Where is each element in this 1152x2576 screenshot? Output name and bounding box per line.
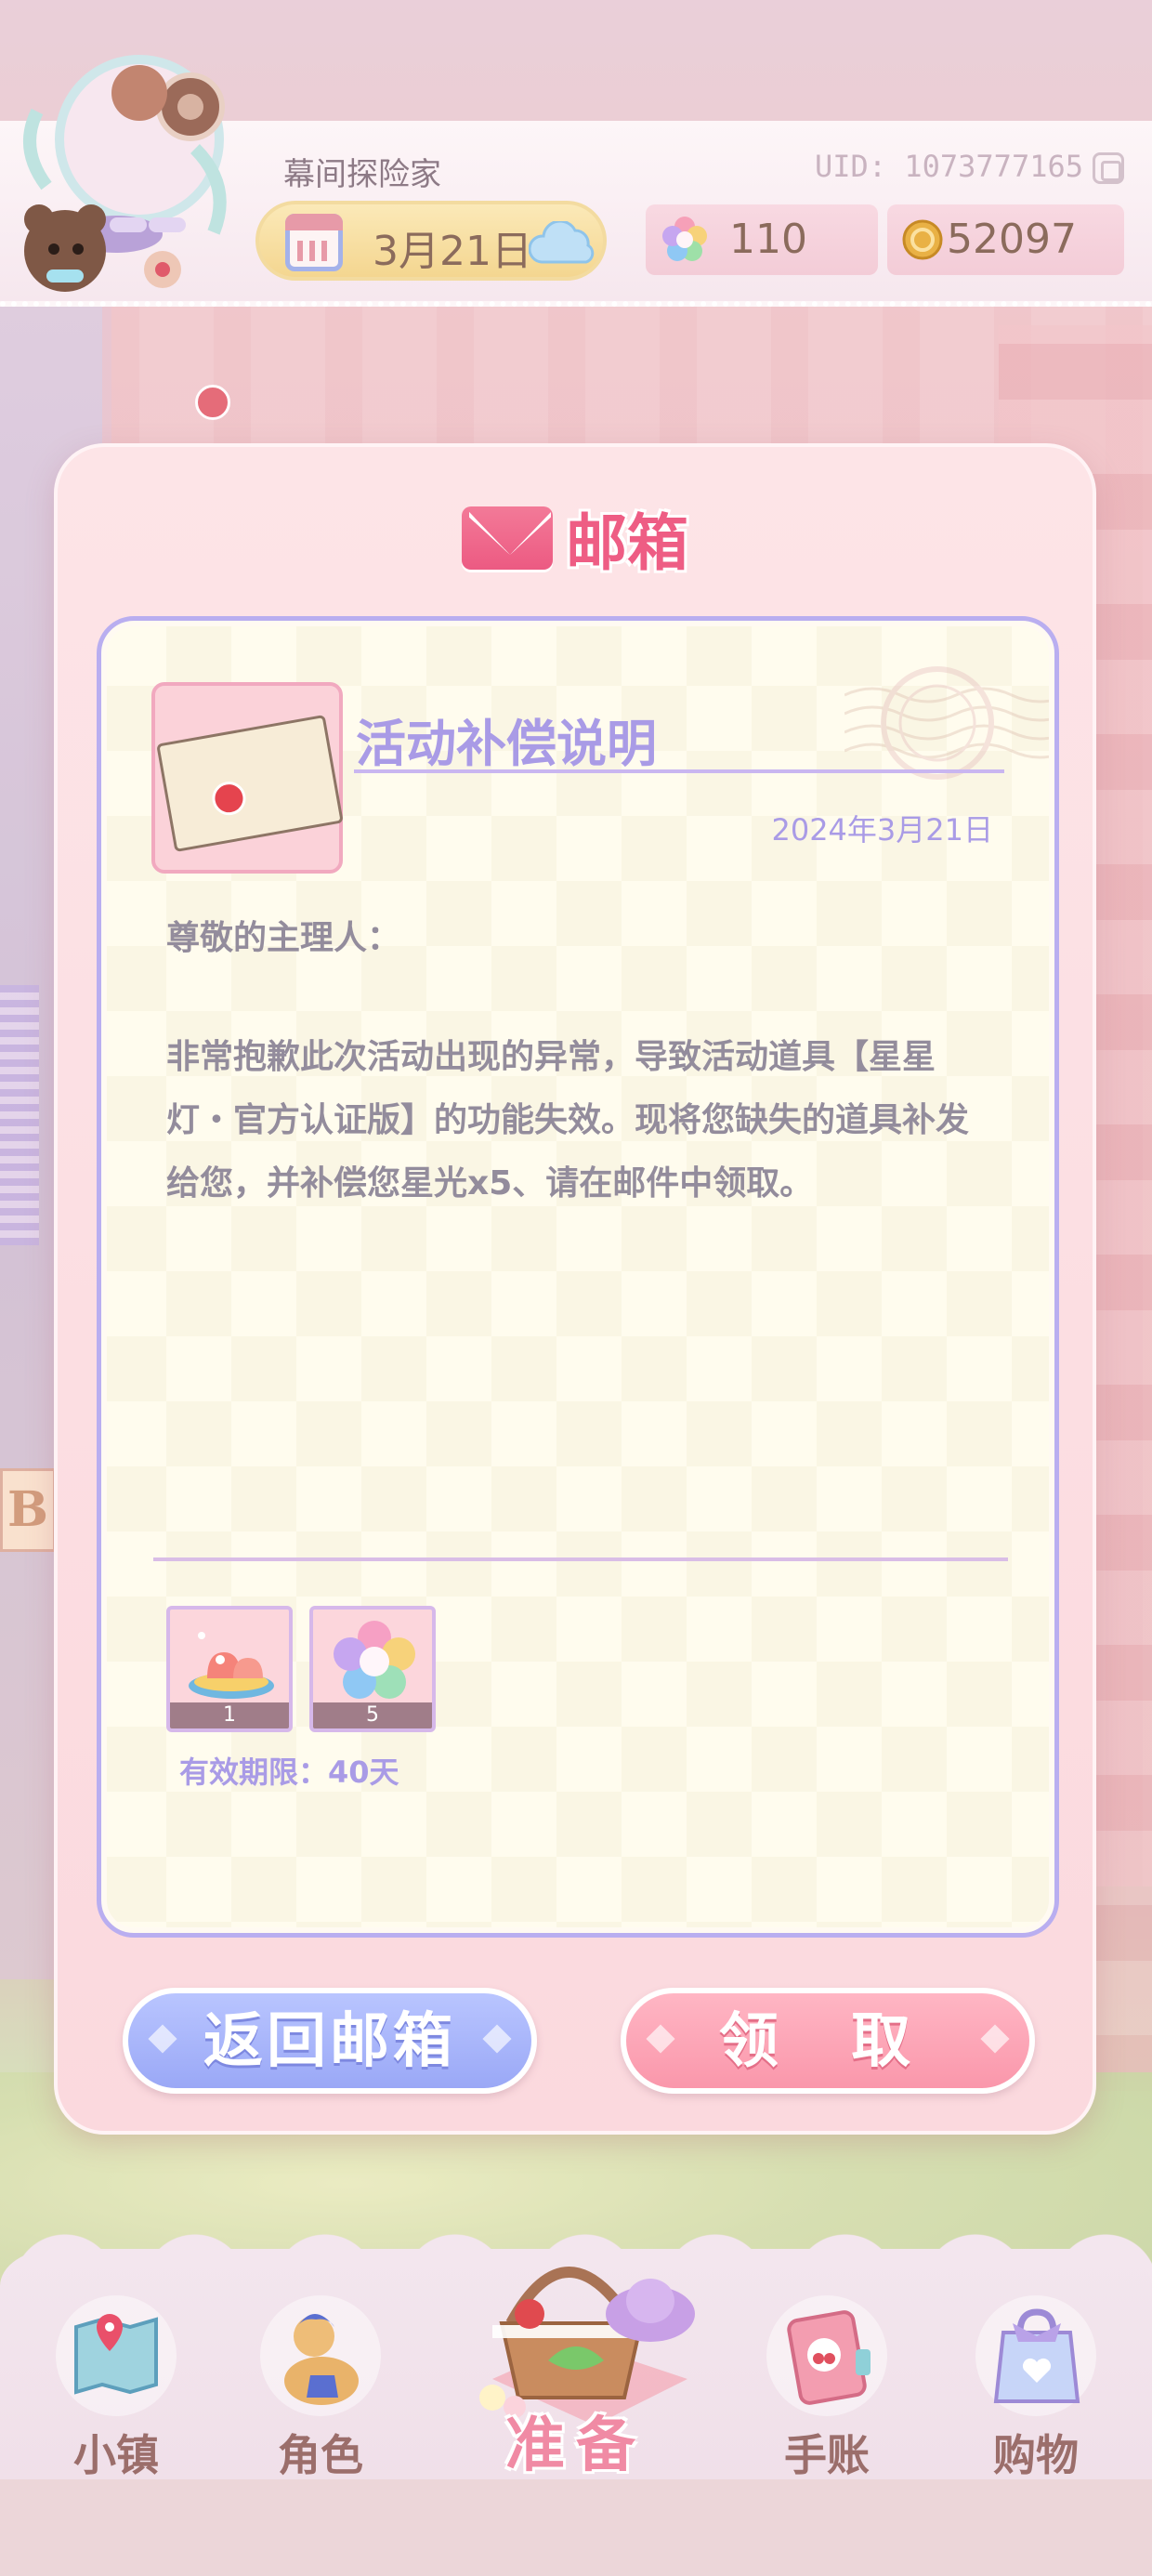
nav-item-prepare[interactable]: 准备 (409, 2221, 743, 2500)
postmark-icon (844, 666, 1049, 780)
nav-item-town[interactable]: 小镇 (46, 2295, 186, 2481)
jelly-dessert-icon (189, 1632, 274, 1699)
avatar-icon (23, 55, 227, 292)
attachment-expiry: 有效期限：40天 (179, 1755, 399, 1790)
attachment-quantity: 1 (170, 1702, 289, 1728)
uid-text: UID: 1073777165 (815, 149, 1083, 184)
nav-label-prepare: 准备 (505, 2412, 647, 2480)
coin-currency[interactable]: 52097 (887, 204, 1124, 275)
back-to-mailbox-button[interactable]: 返回邮箱 (123, 1988, 537, 2094)
player-uid: UID: 1073777165 (815, 149, 1124, 184)
mail-date: 2024年3月21日 (771, 812, 993, 848)
nav-item-journal[interactable]: 手账 (757, 2295, 897, 2481)
nav-item-shop[interactable]: 购物 (966, 2295, 1106, 2481)
nav-label-town: 小镇 (73, 2430, 159, 2480)
attachment-item[interactable]: 1 (166, 1606, 293, 1732)
mail-subject: 活动补偿说明 (356, 715, 657, 773)
mailbox-modal: 邮箱 活动补偿说明 2024年3月21日 尊敬的主理人： 非常抱歉此次活动出现的… (54, 443, 1096, 2135)
rainbow-star-icon (334, 1621, 415, 1699)
attachment-item[interactable]: 5 (309, 1606, 436, 1732)
calendar-icon (285, 214, 343, 271)
character-icon (260, 2295, 381, 2416)
mail-body: 非常抱歉此次活动出现的异常，导致活动道具【星星灯・官方认证版】的功能失效。现将您… (166, 1038, 970, 1203)
coin-count: 52097 (947, 216, 1077, 263)
attachment-quantity: 5 (313, 1702, 432, 1728)
mail-letter: 活动补偿说明 2024年3月21日 尊敬的主理人： 非常抱歉此次活动出现的异常，… (97, 616, 1059, 1938)
star-currency[interactable]: 110 (646, 204, 878, 275)
modal-header: 邮箱 (58, 493, 1093, 579)
coin-icon (902, 219, 943, 260)
star-count: 110 (729, 216, 807, 263)
attachment-divider (153, 1557, 1008, 1561)
nav-label-journal: 手账 (784, 2430, 870, 2480)
date-pill[interactable]: 3月21日 (255, 201, 607, 281)
nav-label-shop: 购物 (993, 2430, 1079, 2480)
map-icon (56, 2295, 177, 2416)
player-name: 幕间探险家 (283, 156, 441, 193)
rainbow-star-icon (662, 217, 707, 261)
player-avatar[interactable] (0, 37, 251, 297)
mail-greeting: 尊敬的主理人： (166, 919, 401, 957)
modal-title: 邮箱 (566, 507, 688, 579)
copy-icon[interactable] (1093, 152, 1124, 184)
claim-button[interactable]: 领 取 (621, 1988, 1035, 2094)
subject-underline (354, 769, 1004, 773)
letter-card-icon (156, 714, 344, 853)
envelope-icon (462, 506, 553, 570)
journal-icon (766, 2295, 887, 2416)
current-date: 3月21日 (373, 228, 532, 275)
mail-thumbnail (151, 682, 344, 874)
cloud-icon (529, 221, 595, 264)
shopping-bag-icon (975, 2295, 1096, 2416)
nav-item-role[interactable]: 角色 (251, 2295, 390, 2481)
nav-label-role: 角色 (278, 2430, 363, 2480)
